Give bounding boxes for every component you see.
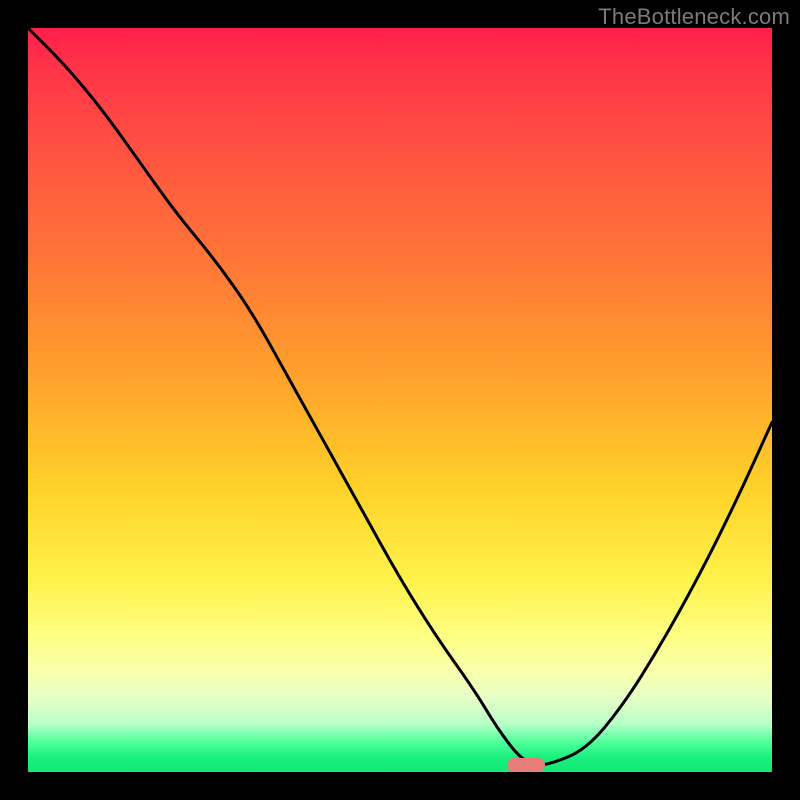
bottleneck-curve: [28, 28, 772, 772]
curve-path: [28, 28, 772, 765]
plot-area: [28, 28, 772, 772]
watermark-text: TheBottleneck.com: [598, 4, 790, 30]
chart-frame: TheBottleneck.com: [0, 0, 800, 800]
optimal-marker: [507, 758, 545, 772]
